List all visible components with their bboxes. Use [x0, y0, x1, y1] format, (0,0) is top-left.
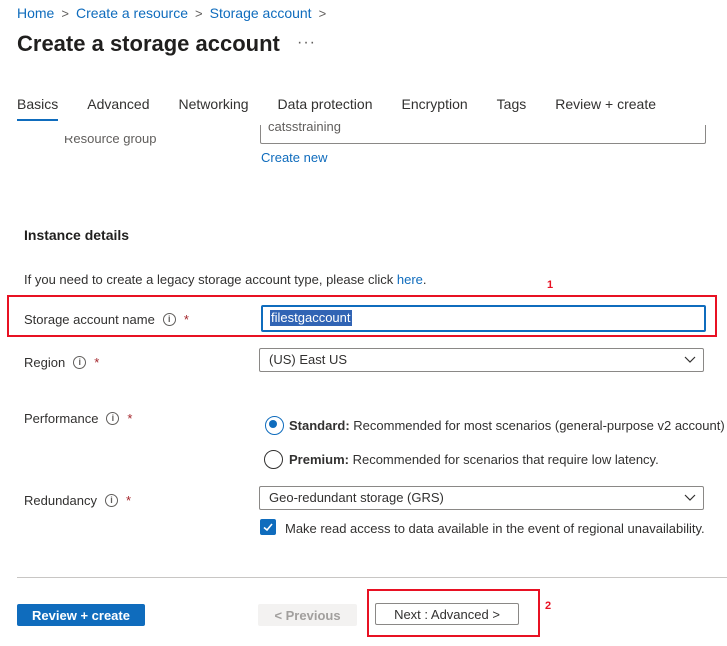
breadcrumb: Home > Create a resource > Storage accou…	[17, 5, 326, 21]
review-create-button[interactable]: Review + create	[17, 604, 145, 626]
chevron-right-icon: >	[318, 5, 327, 21]
tab-basics[interactable]: Basics	[17, 96, 59, 121]
performance-premium-radio[interactable]	[264, 450, 283, 469]
region-label: Region i *	[24, 355, 99, 370]
tab-networking[interactable]: Networking	[179, 96, 249, 118]
tab-encryption[interactable]: Encryption	[402, 96, 468, 118]
legacy-here-link[interactable]: here	[397, 272, 423, 287]
tab-tags[interactable]: Tags	[497, 96, 527, 118]
checkmark-icon	[263, 523, 273, 532]
redundancy-text: Redundancy	[24, 493, 97, 508]
breadcrumb-home[interactable]: Home	[17, 5, 54, 21]
premium-title: Premium:	[289, 452, 349, 467]
breadcrumb-storage-account[interactable]: Storage account	[210, 5, 312, 21]
region-text: Region	[24, 355, 66, 370]
tab-review-create[interactable]: Review + create	[555, 96, 656, 118]
instance-details-heading: Instance details	[24, 227, 130, 243]
chevron-right-icon: >	[195, 5, 203, 21]
region-value: (US) East US	[269, 352, 348, 367]
more-options-icon[interactable]: ···	[297, 34, 316, 52]
redundancy-value: Geo-redundant storage (GRS)	[269, 490, 444, 505]
annotation-label-1: 1	[547, 279, 554, 291]
info-icon[interactable]: i	[105, 494, 118, 507]
annotation-label-2: 2	[545, 600, 552, 612]
performance-standard-label: Standard: Recommended for most scenarios…	[289, 418, 725, 433]
redundancy-label: Redundancy i *	[24, 493, 131, 508]
read-access-checkbox[interactable]	[260, 519, 276, 535]
resource-group-select[interactable]: catsstraining	[260, 119, 706, 144]
legacy-account-text: If you need to create a legacy storage a…	[24, 272, 427, 287]
chevron-right-icon: >	[61, 5, 69, 21]
annotation-box-1	[7, 295, 717, 337]
chevron-down-icon	[683, 352, 697, 371]
required-marker: *	[94, 355, 100, 370]
resource-group-value: catsstraining	[268, 119, 341, 134]
standard-description: Recommended for most scenarios (general-…	[349, 418, 725, 433]
info-icon[interactable]: i	[73, 356, 87, 369]
footer-divider	[17, 577, 727, 578]
chevron-down-icon	[683, 490, 697, 509]
performance-text: Performance	[24, 411, 99, 426]
tab-data-protection[interactable]: Data protection	[278, 96, 373, 118]
standard-title: Standard:	[289, 418, 350, 433]
required-marker: *	[126, 493, 132, 508]
info-icon[interactable]: i	[106, 412, 120, 425]
legacy-text: If you need to create a legacy storage a…	[24, 272, 397, 287]
previous-button[interactable]: < Previous	[258, 604, 357, 626]
annotation-box-2	[367, 589, 540, 637]
performance-label: Performance i *	[24, 411, 132, 426]
resource-group-label: Resource group	[64, 131, 157, 146]
tab-advanced[interactable]: Advanced	[87, 96, 149, 118]
premium-description: Recommended for scenarios that require l…	[348, 452, 659, 467]
tab-bar: Basics Advanced Networking Data protecti…	[17, 96, 685, 121]
page-title: Create a storage account	[17, 31, 280, 56]
redundancy-select[interactable]: Geo-redundant storage (GRS)	[259, 486, 704, 510]
performance-premium-label: Premium: Recommended for scenarios that …	[289, 452, 659, 467]
required-marker: *	[127, 411, 133, 426]
create-new-link[interactable]: Create new	[261, 150, 327, 165]
legacy-suffix: .	[422, 272, 427, 287]
performance-standard-radio[interactable]	[265, 416, 284, 435]
read-access-label: Make read access to data available in th…	[285, 521, 705, 536]
region-select[interactable]: (US) East US	[259, 348, 704, 372]
breadcrumb-create-resource[interactable]: Create a resource	[76, 5, 188, 21]
